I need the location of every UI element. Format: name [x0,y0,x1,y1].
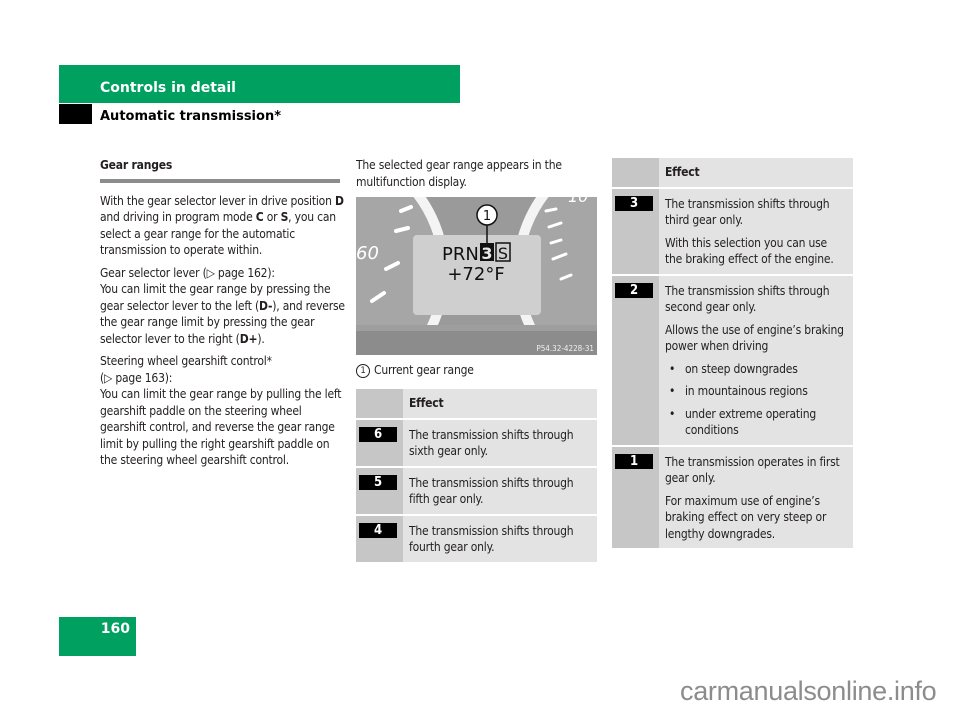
page-number-box: 160 [59,617,136,656]
table-header-row: Effect [356,389,597,419]
effect-header: Effect [409,396,444,410]
watermark: carmanualsonline.info [680,676,937,706]
section-title: Controls in detail [100,80,236,96]
effect-text: The transmission shifts through second g… [665,283,830,315]
effect-text: The transmission shifts through third ge… [665,196,830,228]
page-number: 160 [100,621,130,637]
effect-text: The transmission shifts through sixth ge… [409,427,574,459]
gauge-left-label: 60 [356,243,379,264]
table-row: 1 The transmission operates in first gear… [612,444,853,548]
display-current-gear: 3 [481,244,492,263]
text-run: With the gear selector lever in drive po… [100,193,335,208]
header-key-cell [356,389,403,419]
condition-item: under extreme operating conditions [665,406,847,439]
condition-list: on steep downgrades in mountainous region… [665,361,847,439]
display-gears: PRN [442,244,479,265]
effect-header: Effect [665,165,700,179]
body-paragraph: Gear selector lever (▷ page 162): You can… [100,265,345,348]
table-header-row: Effect [612,158,853,188]
gear-effect-table-2: Effect 3 The transmission shifts through t… [612,158,853,548]
effect-text: The transmission shifts through fifth ge… [409,475,574,507]
caption-text: Current gear range [374,363,474,377]
gear-cell: 4 [356,513,403,562]
bold-term: D- [258,298,273,313]
gear-cell: 3 [612,186,659,275]
callout-number: 1 [483,209,491,224]
gear-badge: 5 [359,474,397,490]
gear-ranges-heading: Gear ranges [100,158,173,172]
text-run: ). [257,331,265,346]
effect-cell: The transmission shifts through fourth g… [403,513,597,562]
bold-term: D [334,193,344,208]
table-row: 3 The transmission shifts through third g… [612,186,853,275]
left-column: Gear ranges With the gear selector lever… [100,157,345,475]
text-run: or [263,210,281,224]
subsection-marker [59,104,92,124]
gear-cell: 1 [612,444,659,548]
text-run: and driving in program mode [100,210,256,224]
subsection-title: Automatic transmission* [100,109,281,124]
figure-caption: 1 Current gear range [356,362,601,379]
instrument-cluster-illustration: 60 10 PRN 3 S +72°F 1 P54.32-4228-31 [356,197,597,355]
body-paragraph: Steering wheel gearshift control* (▷ page… [100,353,345,469]
effect-cell: The transmission shifts through fifth ge… [403,465,597,515]
effect-cell: The transmission shifts through third ge… [659,186,853,275]
gear-effect-table-1: Effect 6 The transmission shifts through s… [356,389,597,562]
caption-marker-icon: 1 [356,364,370,378]
table-row: 2 The transmission shifts through second … [612,273,853,446]
effect-text: For maximum use of engine’s braking effe… [665,493,827,541]
multifunction-display-figure: 60 10 PRN 3 S +72°F 1 P54.32-4228-31 [356,197,597,355]
effect-cell: The transmission shifts through sixth ge… [403,417,597,467]
gauge-right-label: 10 [568,197,588,206]
effect-text: The transmission shifts through fourth g… [409,523,574,555]
gear-badge: 2 [615,282,653,298]
text-run: Gear selector lever (▷ page 162): [100,265,275,280]
table-row: 5 The transmission shifts through fifth g… [356,465,597,515]
table-row: 6 The transmission shifts through sixth g… [356,417,597,467]
gear-badge: 3 [615,195,653,211]
figure-code: P54.32-4228-31 [536,344,594,353]
display-temperature: +72°F [447,264,504,285]
condition-item: in mountainous regions [665,383,847,400]
condition-item: on steep downgrades [665,361,847,378]
middle-intro: The selected gear range appears in the m… [356,158,562,189]
gear-cell: 5 [356,465,403,515]
gear-badge: 6 [359,426,397,442]
body-paragraph: With the gear selector lever in drive po… [100,193,345,259]
header-key-cell [612,158,659,188]
effect-cell: The transmission operates in first gear … [659,444,853,548]
gear-cell: 6 [356,417,403,467]
gear-badge: 1 [615,453,653,469]
text-run: (▷ page 163): [100,370,173,385]
text-run: You can limit the gear range by pulling … [100,387,342,467]
gear-badge: 4 [359,522,397,538]
effect-cell: The transmission shifts through second g… [659,273,853,446]
table-row: 4 The transmission shifts through fourth … [356,513,597,562]
heading-rule [100,178,340,183]
effect-text: The transmission operates in first gear … [665,454,840,486]
text-run: Steering wheel gearshift control* [100,354,272,368]
effect-text: Allows the use of engine’s braking power… [665,322,844,354]
left-paragraphs: With the gear selector lever in drive po… [100,193,345,469]
display-mode: S [498,244,508,263]
gear-cell: 2 [612,273,659,446]
effect-text: With this selection you can use the brak… [665,235,834,267]
bold-term: D+ [239,331,258,346]
